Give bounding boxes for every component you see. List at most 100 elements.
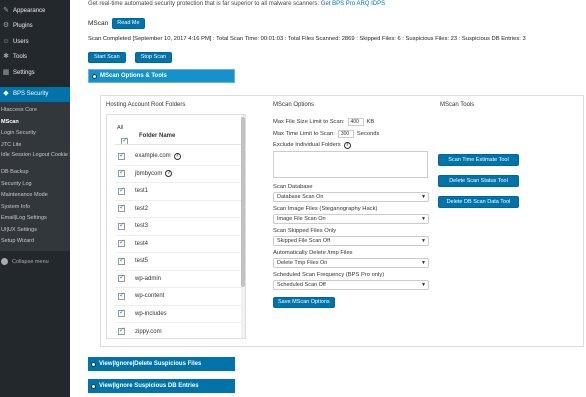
- mscan-tools-heading: MScan Tools: [440, 102, 475, 108]
- folder-checkbox[interactable]: [118, 273, 125, 283]
- dropdown-caret-icon: ▼: [421, 216, 426, 222]
- folder-name: wp-includes: [135, 310, 167, 317]
- page-title-text: MScan: [88, 20, 109, 27]
- suspicious-files-accordion[interactable]: View|Ignore|Delete Suspicious Files: [88, 357, 235, 371]
- folder-row: test4: [115, 236, 245, 253]
- scan-skipped-label: Scan Skipped Files Only: [273, 228, 337, 234]
- help-icon[interactable]: ?: [165, 170, 173, 178]
- sidebar-submenu: Htaccess Core MScan Login Security JTC L…: [0, 102, 70, 251]
- sidebar-item-label: Plugins: [13, 23, 33, 30]
- wrench-icon: ✱: [3, 53, 9, 61]
- folder-row: test3: [115, 218, 245, 236]
- folder-name: example.com: [135, 153, 171, 160]
- delete-db-scan-data-button[interactable]: Delete DB Scan Data Tool: [438, 196, 519, 208]
- submenu-item-jtc-lite[interactable]: JTC Lite: [0, 140, 70, 152]
- max-time-label: Max Time Limit to Scan:: [273, 131, 335, 137]
- scan-status: Scan Completed [September 10, 2017 4:16 …: [88, 36, 526, 42]
- folder-checkbox[interactable]: [118, 308, 125, 318]
- folder-row: wp-content: [115, 288, 245, 306]
- folder-checkbox[interactable]: [118, 221, 125, 230]
- promo-link[interactable]: Get BPS Pro ARQ IDPS: [321, 1, 385, 7]
- sidebar-item-settings[interactable]: ▦ Settings: [0, 65, 70, 81]
- folder-row: test1: [115, 183, 245, 201]
- dropdown-caret-icon: ▼: [421, 260, 426, 266]
- select-value: Scheduled Scan Off: [277, 282, 326, 288]
- folder-checkbox[interactable]: [118, 238, 125, 248]
- sidebar-item-plugins[interactable]: ⚙ Plugins: [0, 19, 70, 35]
- all-label: All: [117, 125, 124, 131]
- folder-row: example.com?: [115, 148, 245, 166]
- mscan-options-heading: MScan Options: [273, 102, 315, 108]
- folder-name: test4: [135, 240, 149, 247]
- folder-row: test2: [115, 201, 245, 218]
- folder-checkbox[interactable]: [118, 168, 125, 178]
- dropdown-caret-icon: ▼: [421, 238, 426, 244]
- folder-row: test5: [115, 253, 245, 271]
- folder-name: zippy.com: [135, 328, 162, 335]
- options-tools-accordion[interactable]: MScan Options & Tools: [88, 69, 235, 83]
- folder-checkbox[interactable]: [118, 186, 125, 195]
- folder-checkbox[interactable]: [118, 203, 125, 213]
- save-options-button[interactable]: Save MScan Options: [273, 297, 335, 308]
- mscan-options-form: Max File Size Limit to Scan: 400 KB Max …: [273, 116, 433, 308]
- stop-scan-button[interactable]: Stop Scan: [134, 52, 173, 63]
- folder-checkbox[interactable]: [118, 326, 125, 336]
- folder-list-scrollbar[interactable]: [241, 115, 245, 338]
- start-scan-button[interactable]: Start Scan: [88, 52, 126, 63]
- submenu-item-system-info[interactable]: System Info: [0, 202, 70, 214]
- mscan-tools: Scan Time Estimate Tool Delete Scan Stat…: [438, 154, 520, 217]
- help-icon[interactable]: ?: [343, 142, 351, 149]
- delete-scan-status-button[interactable]: Delete Scan Status Tool: [438, 175, 519, 187]
- select-value: Delete Tmp Files On: [277, 260, 328, 266]
- paintbrush-icon: ✎: [3, 6, 9, 14]
- sidebar-item-label: Settings: [13, 69, 35, 76]
- auto-delete-select[interactable]: Delete Tmp Files On ▼: [273, 258, 429, 268]
- scan-database-select[interactable]: Database Scan On ▼: [273, 192, 429, 202]
- submenu-item-htaccess-core[interactable]: Htaccess Core: [0, 105, 70, 117]
- suspicious-db-accordion[interactable]: View|Ignore Suspicious DB Entries: [88, 379, 235, 393]
- submenu-item-idle-session[interactable]: Idle Session Logout Cookie Expiration: [0, 151, 70, 167]
- submenu-item-mscan[interactable]: MScan: [0, 117, 70, 129]
- folder-list: All Folder Name example.com? jbmbycom? t…: [106, 114, 246, 339]
- submenu-item-security-log[interactable]: Security Log: [0, 179, 70, 191]
- read-me-button[interactable]: Read Me: [112, 18, 145, 29]
- folder-name: wp-content: [135, 293, 165, 300]
- help-icon[interactable]: ?: [173, 152, 181, 160]
- scan-skipped-select[interactable]: Skipped File Scan Off ▼: [273, 236, 429, 246]
- scan-actions: Start Scan Stop Scan: [88, 52, 173, 63]
- submenu-item-ui-ux[interactable]: UI|UX Settings: [0, 225, 70, 237]
- max-time-unit: Seconds: [356, 131, 380, 137]
- accordion-title: MScan Options & Tools: [100, 73, 167, 79]
- max-file-size-row: Max File Size Limit to Scan: 400 KB: [273, 116, 433, 128]
- folder-checkbox[interactable]: [118, 151, 125, 160]
- folder-checkbox[interactable]: [118, 291, 125, 300]
- sidebar-item-appearance[interactable]: ✎ Appearance: [0, 3, 70, 19]
- select-value: Skipped File Scan Off: [277, 238, 331, 244]
- folder-name-header: Folder Name: [139, 133, 176, 139]
- folder-name: test2: [135, 205, 149, 212]
- submenu-item-setup-wizard[interactable]: Setup Wizard: [0, 236, 70, 248]
- scan-time-estimate-button[interactable]: Scan Time Estimate Tool: [438, 154, 519, 166]
- sidebar-item-users[interactable]: ☺ Users: [0, 34, 70, 50]
- exclude-folders-label: Exclude Individual Folders?: [273, 142, 433, 149]
- max-file-size-input[interactable]: 400: [347, 118, 364, 126]
- max-time-input[interactable]: 300: [337, 130, 354, 138]
- submenu-item-login-security[interactable]: Login Security: [0, 128, 70, 140]
- submenu-item-maintenance-mode[interactable]: Maintenance Mode: [0, 190, 70, 202]
- auto-delete-label: Automatically Delete /tmp Files: [273, 250, 353, 256]
- collapse-menu-button[interactable]: Collapse menu: [0, 254, 70, 270]
- options-panel: Hosting Account Root Folders MScan Optio…: [100, 95, 584, 347]
- sidebar-item-tools[interactable]: ✱ Tools: [0, 50, 70, 66]
- scrollbar-thumb[interactable]: [241, 117, 245, 287]
- folder-checkbox[interactable]: [118, 256, 125, 265]
- scheduled-scan-select[interactable]: Scheduled Scan Off ▼: [273, 280, 429, 290]
- exclude-folders-textarea[interactable]: [273, 151, 428, 178]
- scan-image-select[interactable]: Image File Scan On ▼: [273, 214, 429, 224]
- page-title: MScan Read Me: [88, 18, 145, 29]
- sidebar-item-bps-security[interactable]: ◆ BPS Security: [0, 86, 70, 102]
- scan-database-label: Scan Database: [273, 184, 313, 190]
- folder-name: test1: [135, 188, 149, 195]
- max-time-row: Max Time Limit to Scan: 300 Seconds: [273, 128, 433, 140]
- submenu-item-email-log[interactable]: Email|Log Settings: [0, 213, 70, 225]
- submenu-item-db-backup[interactable]: DB Backup: [0, 167, 70, 179]
